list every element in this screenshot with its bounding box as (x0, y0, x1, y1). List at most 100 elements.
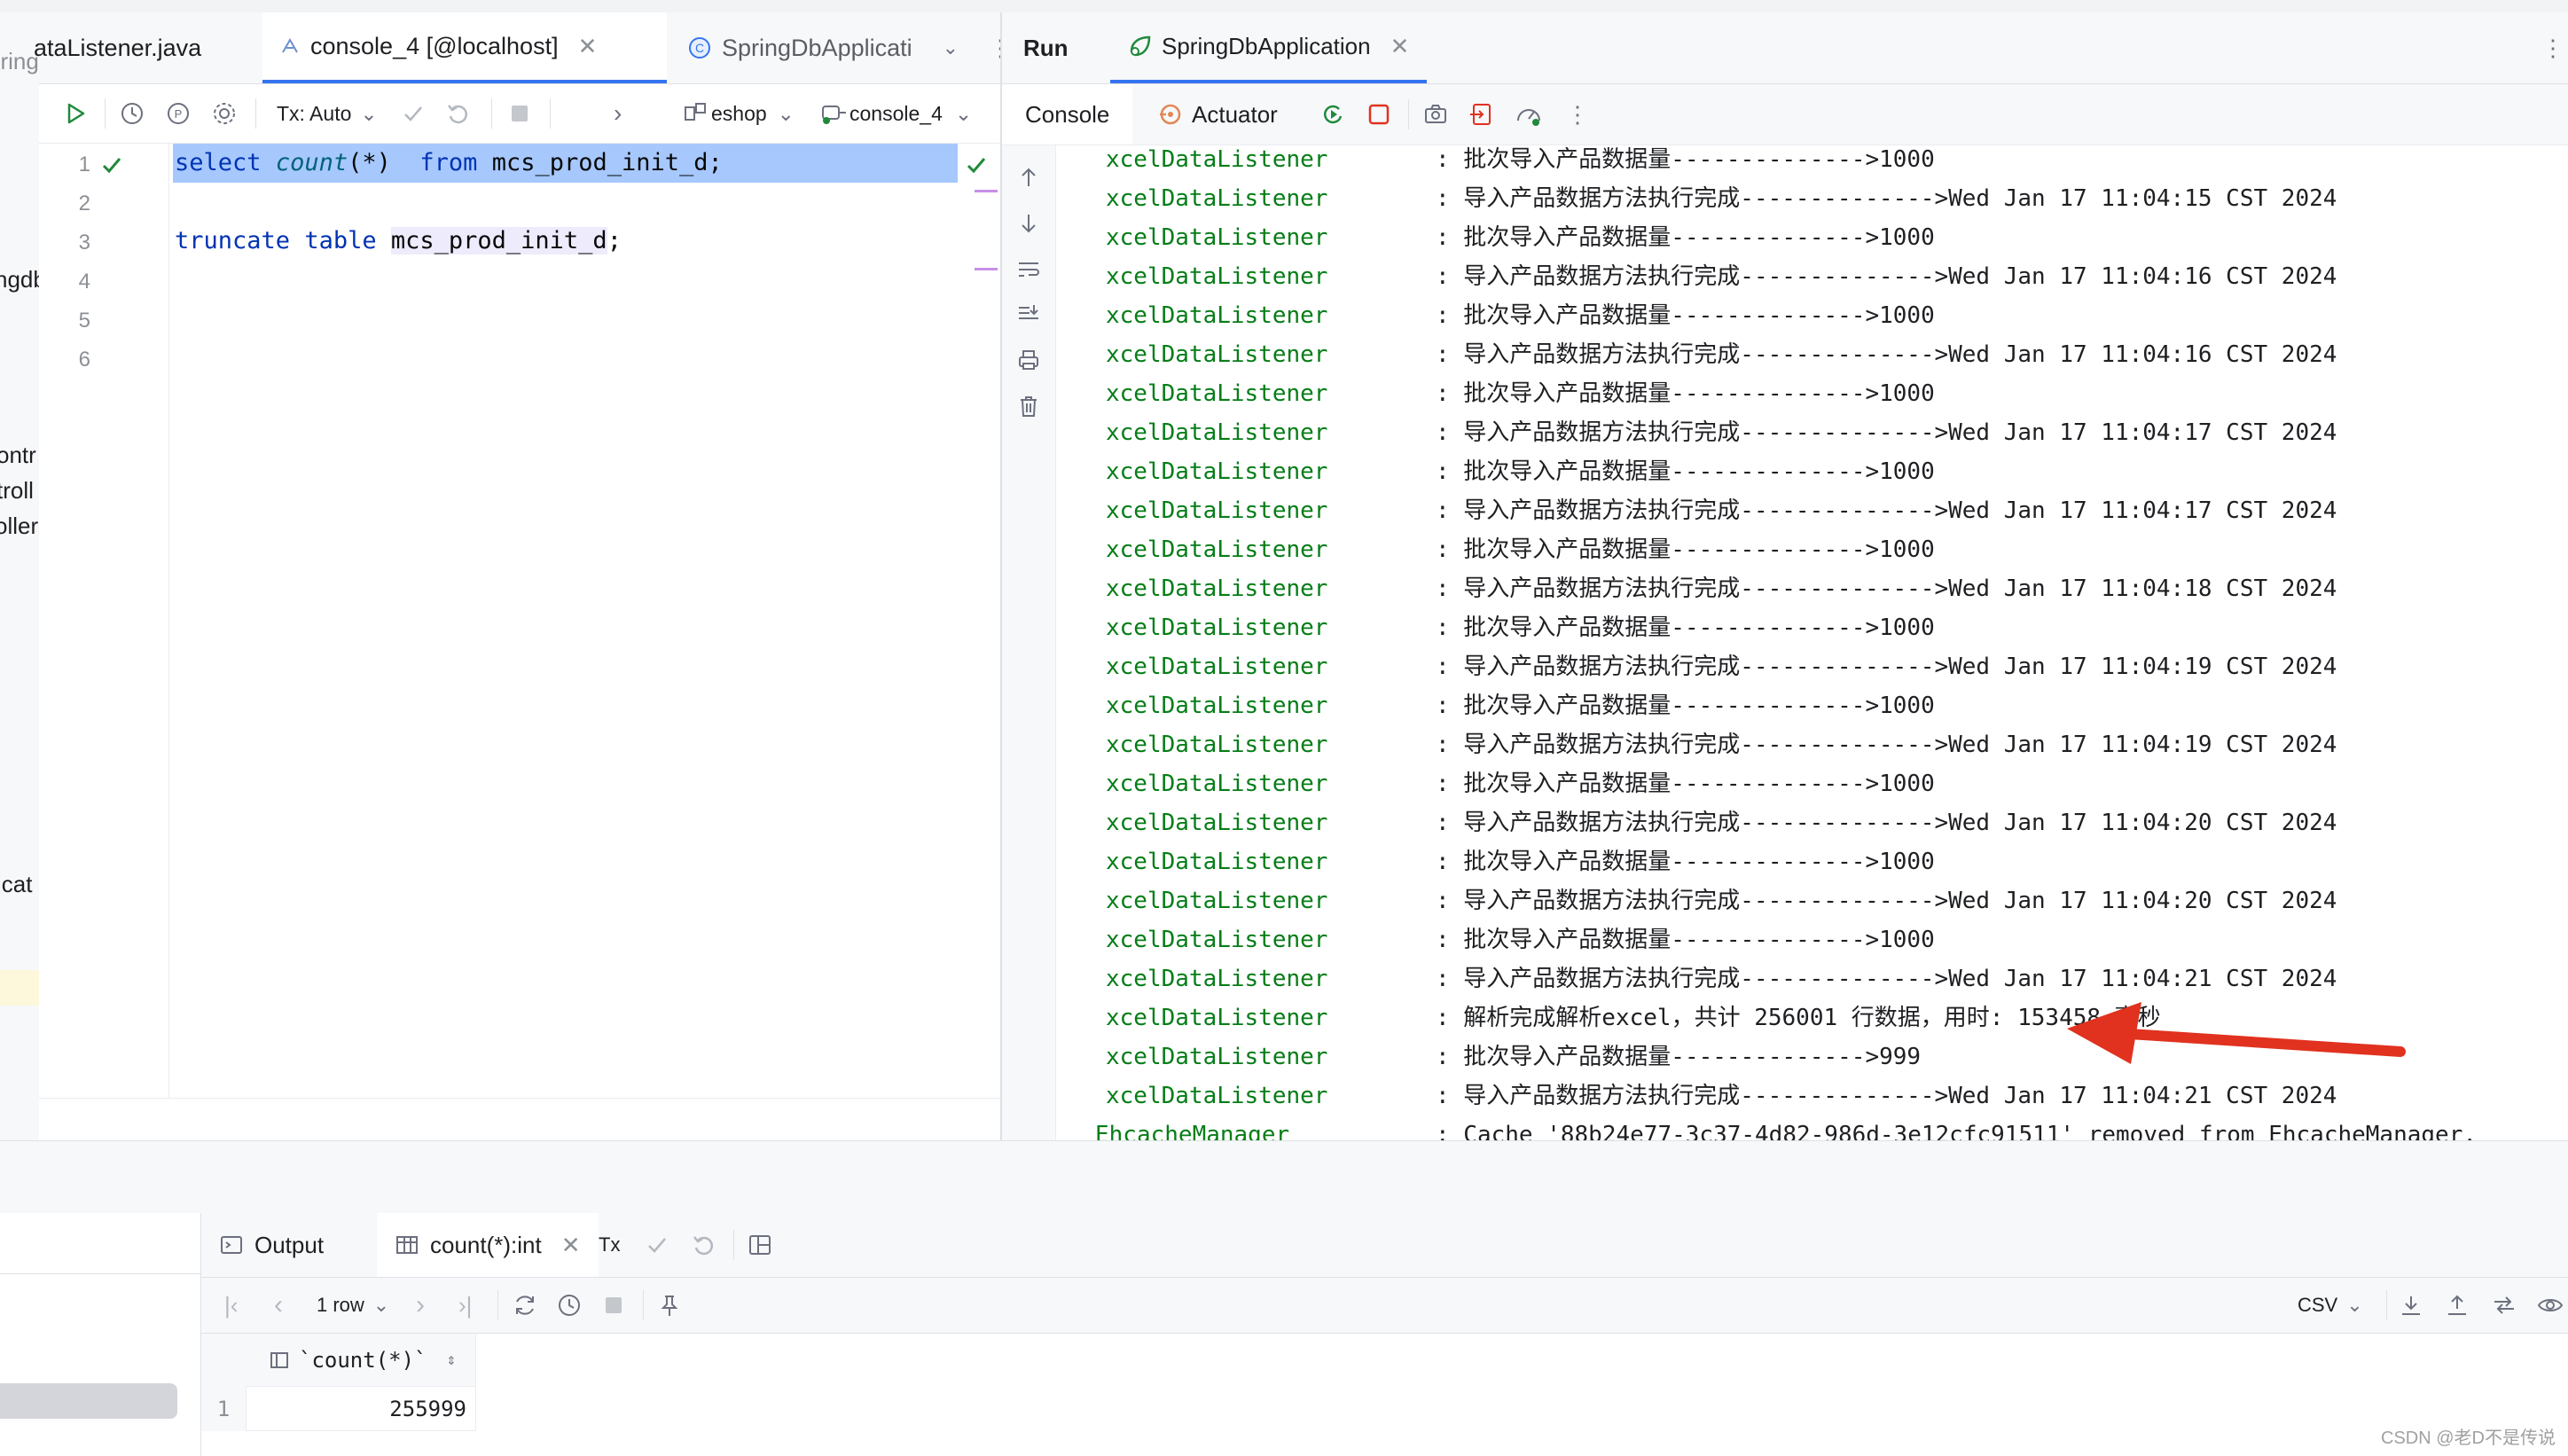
console-output[interactable]: xcelDataListener : 批次导入产品数据量-------------… (1056, 145, 2568, 1140)
compare-icon[interactable] (2491, 1278, 2517, 1333)
schema-selector[interactable]: eshop ⌄ (683, 84, 795, 143)
close-icon[interactable]: ✕ (1390, 33, 1410, 60)
trash-icon[interactable] (1016, 394, 1041, 419)
project-tree-fragment[interactable]: ontr (0, 442, 36, 469)
exit-icon[interactable] (1468, 84, 1495, 145)
execute-button[interactable] (62, 84, 89, 143)
project-tree-fragment[interactable]: troll (0, 477, 34, 505)
error-stripe-mark[interactable] (975, 190, 998, 192)
code-line: select count(*) from mcs_prod_init_d; (175, 144, 723, 183)
actuator-icon (1158, 102, 1183, 127)
previous-page-icon[interactable]: ‹ (274, 1278, 283, 1333)
log-message: : 批次导入产品数据量-------------->1000 (1436, 458, 1935, 485)
logger-name: xcelDataListener (1106, 302, 1328, 329)
log-line: xcelDataListener: 批次导入产品数据量-------------… (1081, 842, 2553, 881)
inspection-ok-icon[interactable] (959, 147, 994, 183)
commit-icon[interactable] (645, 1213, 669, 1277)
close-icon[interactable]: ✕ (561, 1232, 581, 1259)
log-line: xcelDataListener: 导入产品数据方法执行完成----------… (1081, 257, 2553, 296)
print-icon[interactable] (1016, 348, 1041, 372)
logger-name: xcelDataListener (1106, 927, 1328, 953)
line-number: 3 (78, 231, 90, 254)
download-icon[interactable] (2399, 1278, 2423, 1333)
project-tree-fragment[interactable]: icat (0, 871, 32, 898)
layout-icon[interactable] (748, 1213, 772, 1277)
column-header-count[interactable]: `count(*)` ⇕ (246, 1334, 476, 1387)
tab-output[interactable]: Output (219, 1213, 324, 1277)
chevron-down-icon: ⌄ (360, 101, 378, 125)
tab-console-4[interactable]: console_4 [@localhost] ✕ (262, 12, 667, 83)
session-selector[interactable]: console_4 ⌄ (819, 84, 972, 143)
tab-run-config[interactable]: SpringDbApplication ✕ (1110, 12, 1428, 83)
sort-icon[interactable]: ⇕ (447, 1350, 457, 1369)
transaction-mode-dropdown[interactable]: Tx: Auto ⌄ (277, 84, 378, 143)
pin-icon[interactable] (657, 1278, 682, 1333)
log-line: xcelDataListener: 批次导入产品数据量-------------… (1081, 374, 2553, 413)
error-stripe-mark[interactable] (975, 268, 998, 270)
commit-icon[interactable] (401, 84, 426, 143)
first-page-icon[interactable]: |‹ (224, 1278, 238, 1333)
row-count-dropdown[interactable]: 1 row ⌄ (317, 1278, 389, 1333)
tab-actuator[interactable]: Actuator (1158, 84, 1278, 145)
tab-springdb-application[interactable]: C SpringDbApplicati ⌄ ⋮ (670, 12, 1018, 83)
log-message: : 导入产品数据方法执行完成-------------->Wed Jan 17 … (1436, 575, 2337, 602)
logger-name: xcelDataListener (1106, 263, 1328, 290)
history-icon[interactable] (556, 1278, 583, 1333)
tab-console[interactable]: Console (1002, 84, 1133, 145)
services-selected-item[interactable] (0, 1383, 177, 1419)
arrow-up-icon[interactable] (1016, 165, 1041, 190)
chevron-down-icon: ⌄ (777, 101, 795, 125)
sql-editor[interactable]: select count(*) from mcs_prod_init_d; tr… (169, 144, 1000, 1098)
code-line: truncate table mcs_prod_init_d; (175, 222, 622, 261)
tab-result-count[interactable]: count(*):int ✕ (377, 1213, 599, 1277)
log-message: : 导入产品数据方法执行完成-------------->Wed Jan 17 … (1436, 810, 2337, 836)
close-icon[interactable]: ✕ (578, 33, 598, 60)
tx-button[interactable]: Tx (599, 1213, 620, 1277)
table-icon (395, 1233, 419, 1257)
tab-listener-java[interactable]: ataListener.java (34, 12, 257, 83)
chevron-down-icon[interactable]: ⌄ (943, 36, 959, 59)
logger-name: xcelDataListener (1106, 185, 1328, 212)
soft-wrap-icon[interactable] (1016, 257, 1041, 282)
next-page-icon[interactable]: › (416, 1278, 425, 1333)
output-icon (219, 1233, 244, 1257)
log-line: xcelDataListener: 导入产品数据方法执行完成----------… (1081, 335, 2553, 374)
stop-icon[interactable] (602, 1278, 625, 1333)
watermark: CSDN @老D不是传说 (2381, 1429, 2556, 1448)
profiler-icon[interactable] (1515, 84, 1543, 145)
arrow-down-icon[interactable] (1016, 211, 1041, 236)
more-vertical-icon[interactable]: ⋮ (1566, 84, 1589, 145)
rerun-icon[interactable] (1319, 84, 1346, 145)
stop-icon[interactable] (1366, 84, 1392, 145)
log-message: : 导入产品数据方法执行完成-------------->Wed Jan 17 … (1436, 185, 2337, 212)
result-cell[interactable]: 255999 (246, 1387, 476, 1431)
log-line: xcelDataListener: 批次导入产品数据量-------------… (1081, 920, 2553, 959)
explain-plan-icon[interactable]: P (165, 84, 192, 143)
chevron-right-icon[interactable]: › (614, 84, 622, 143)
project-tree-fragment[interactable]: ngdb (0, 266, 39, 294)
last-page-icon[interactable]: ›| (458, 1278, 472, 1333)
log-message: : 导入产品数据方法执行完成-------------->Wed Jan 17 … (1436, 419, 2337, 446)
camera-icon[interactable] (1422, 84, 1449, 145)
rollback-icon[interactable] (691, 1213, 716, 1277)
history-icon[interactable] (119, 84, 145, 143)
more-vertical-icon[interactable]: ⋮ (2541, 12, 2564, 83)
grid-corner (201, 1334, 247, 1388)
stop-icon[interactable] (507, 84, 532, 143)
refresh-icon[interactable] (512, 1278, 538, 1333)
schema-label: eshop (711, 101, 767, 125)
log-message: : 批次导入产品数据量-------------->1000 (1436, 224, 1935, 251)
project-tree-fragment[interactable]: oller (0, 513, 38, 540)
run-panel-header: Run SpringDbApplication ✕ ⋮ (1002, 12, 2568, 84)
red-arrow-annotation (2067, 1002, 2406, 1064)
gear-icon[interactable] (211, 84, 238, 143)
upload-icon[interactable] (2445, 1278, 2470, 1333)
logger-name: xcelDataListener (1106, 1044, 1328, 1070)
keyword: table (304, 227, 377, 254)
log-message: : 导入产品数据方法执行完成-------------->Wed Jan 17 … (1436, 732, 2337, 758)
svg-text:P: P (175, 107, 183, 121)
scroll-to-end-icon[interactable] (1016, 301, 1041, 326)
export-format-dropdown[interactable]: CSV ⌄ (2298, 1278, 2363, 1333)
eye-icon[interactable] (2537, 1278, 2564, 1333)
rollback-icon[interactable] (445, 84, 470, 143)
